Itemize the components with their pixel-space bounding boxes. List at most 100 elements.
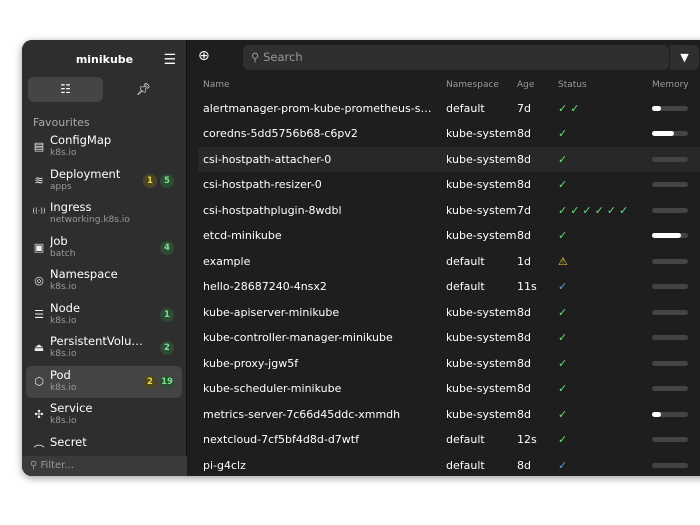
table-row[interactable]: coredns-5dd5756b68-c6pv2 kube-system 8d ✓ (198, 121, 700, 146)
pod-name: csi-hostpath-resizer-0 (203, 178, 322, 191)
pod-namespace: kube-system (446, 305, 517, 319)
pod-name: kube-apiserver-minikube (203, 305, 340, 319)
status-icons: ✓ (558, 305, 571, 319)
column-header-namespace[interactable]: Namespace (446, 80, 499, 90)
pod-namespace: kube-system (446, 382, 517, 395)
cluster-title: minikube (75, 53, 134, 66)
memory-bar (652, 131, 688, 136)
filter-icon: ▼ (680, 51, 689, 64)
sidebar-item-label: ConfigMap (50, 133, 112, 147)
sidebar-item-configmap[interactable]: ▤ ConfigMap k8s.io (26, 131, 182, 163)
pod-namespace: kube-system (446, 356, 517, 370)
list-icon: ☷ (60, 82, 71, 96)
pod-name: alertmanager-prom-kube-prometheus-stack-… (203, 101, 435, 115)
sidebar-item-group: apps (50, 181, 72, 192)
filter-button[interactable]: ▼ (669, 45, 699, 70)
server-icon: ☰ (34, 307, 44, 321)
sidebar-item-namespace[interactable]: ◎ Namespace k8s.io (26, 265, 182, 297)
status-icons: ✓ (558, 458, 571, 472)
pinned-view-toggle[interactable]: 📌︎ (106, 77, 181, 102)
sidebar-item-service[interactable]: ✣ Service k8s.io (26, 399, 182, 431)
status-icons: ⚠ (558, 254, 571, 268)
pod-age: 8d (517, 331, 531, 344)
count-badge: 19 (160, 374, 174, 389)
pod-namespace: kube-system (446, 178, 517, 191)
table-row[interactable]: alertmanager-prom-kube-prometheus-stack-… (198, 96, 700, 121)
memory-bar (652, 284, 688, 289)
table-row[interactable]: kube-scheduler-minikube kube-system 8d ✓ (198, 376, 700, 401)
pod-name: coredns-5dd5756b68-c6pv2 (203, 127, 358, 140)
table-row[interactable]: kube-proxy-jgw5f kube-system 8d ✓ (198, 351, 700, 376)
favourites-heading: Favourites (33, 116, 90, 129)
sidebar-item-label: Node (50, 300, 81, 315)
pod-age: 8d (517, 458, 531, 472)
add-resource-icon[interactable]: ⊕ (198, 48, 210, 64)
pod-name: kube-scheduler-minikube (203, 382, 342, 395)
pod-name: example (203, 254, 251, 268)
status-icons: ✓ (558, 356, 571, 370)
search-input[interactable]: ⚲ Search (243, 45, 669, 70)
sidebar-item-deployment[interactable]: ≋ Deployment apps 5 1 (26, 165, 182, 197)
memory-bar-fill (652, 105, 661, 111)
pod-namespace: default (446, 254, 485, 268)
table-row[interactable]: etcd-minikube kube-system 8d ✓ (198, 223, 700, 248)
sidebar-item-ingress[interactable]: ((·)) Ingress networking.k8s.io (26, 198, 182, 230)
sidebar-item-persistentvolumeclaim[interactable]: ⏏ PersistentVolumeClaimk8s.io 2 (26, 332, 182, 364)
filter-input[interactable]: ⚲ Filter... (22, 456, 187, 476)
pod-namespace: default (446, 280, 485, 293)
network-icon: ✣ (34, 408, 44, 421)
table-row[interactable]: kube-apiserver-minikube kube-system 8d ✓ (198, 300, 700, 325)
status-icons: ✓ (558, 407, 571, 421)
pod-name: etcd-minikube (203, 229, 282, 242)
table-row[interactable]: csi-hostpath-attacher-0 kube-system 8d ✓ (198, 146, 700, 172)
pod-age: 8d (517, 382, 531, 395)
table-row[interactable]: nextcloud-7cf5bf4d8d-d7wtf default 12s ✓ (198, 427, 700, 452)
column-header-name[interactable]: Name (203, 80, 230, 90)
app-window: minikube ☰ ☷ 📌︎ Favourites ▤ ConfigMap k8s… (22, 40, 700, 476)
column-header-memory[interactable]: Memory (652, 80, 689, 90)
file-icon: ▤ (33, 140, 45, 153)
sidebar-item-group: k8s.io (50, 382, 77, 393)
memory-bar-fill (652, 131, 674, 136)
pod-age: 8d (517, 305, 531, 319)
status-icons: ✓ (558, 152, 571, 166)
table-row[interactable]: kube-controller-manager-minikube kube-sys… (198, 325, 700, 350)
count-badge: 2 (143, 374, 157, 389)
hamburger-menu-icon[interactable]: ☰ (163, 53, 176, 67)
sidebar-item-group: networking.k8s.io (50, 215, 130, 225)
table-row[interactable]: csi-hostpathplugin-8wdbl kube-system 7d ✓✓✓… (198, 198, 700, 223)
pod-age: 12s (517, 433, 537, 446)
table-row[interactable]: example default 1d ⚠ (198, 249, 700, 274)
pod-age: 8d (517, 152, 531, 166)
column-header-status[interactable]: Status (558, 80, 587, 90)
sidebar-item-label: Namespace (50, 267, 118, 281)
pod-namespace: kube-system (446, 127, 517, 140)
sidebar-item-job[interactable]: ▣ Job batch 4 (26, 232, 182, 264)
namespace-icon: ◎ (34, 274, 44, 287)
sidebar-item-node[interactable]: ☰ Node k8s.io 1 (26, 299, 182, 331)
sidebar-item-group: k8s.io (50, 315, 77, 326)
sidebar-item-group: k8s.io (50, 282, 77, 292)
sidebar-item-pod[interactable]: ⬡ Pod k8s.io 19 2 (26, 365, 182, 398)
pod-age: 7d (517, 203, 531, 217)
table-row[interactable]: metrics-server-7c66d45ddc-xmmdh kube-syst… (198, 402, 700, 427)
status-icons: ✓ (558, 382, 571, 395)
sidebar-item-group: batch (50, 248, 76, 259)
memory-bar (652, 105, 688, 111)
antenna-icon: ((·)) (32, 207, 46, 215)
memory-bar (652, 258, 688, 264)
table-row[interactable]: csi-hostpath-resizer-0 kube-system 8d ✓ (198, 172, 700, 197)
pod-namespace: default (446, 101, 485, 115)
pod-name: kube-proxy-jgw5f (203, 356, 299, 370)
search-placeholder: Search (263, 50, 303, 64)
status-icons: ✓✓✓✓✓✓ (558, 203, 632, 217)
list-view-toggle[interactable]: ☷ (28, 77, 103, 102)
table-row[interactable]: pi-g4clz default 8d ✓ (198, 453, 700, 477)
table-row[interactable]: hello-28687240-4nsx2 default 11s ✓ (198, 274, 700, 299)
status-icons: ✓ (558, 280, 571, 293)
column-header-age[interactable]: Age (517, 80, 534, 90)
pod-namespace: kube-system (446, 203, 517, 217)
status-icons: ✓ (558, 229, 571, 242)
count-badge: 4 (160, 240, 174, 255)
pod-name: metrics-server-7c66d45ddc-xmmdh (203, 407, 401, 421)
